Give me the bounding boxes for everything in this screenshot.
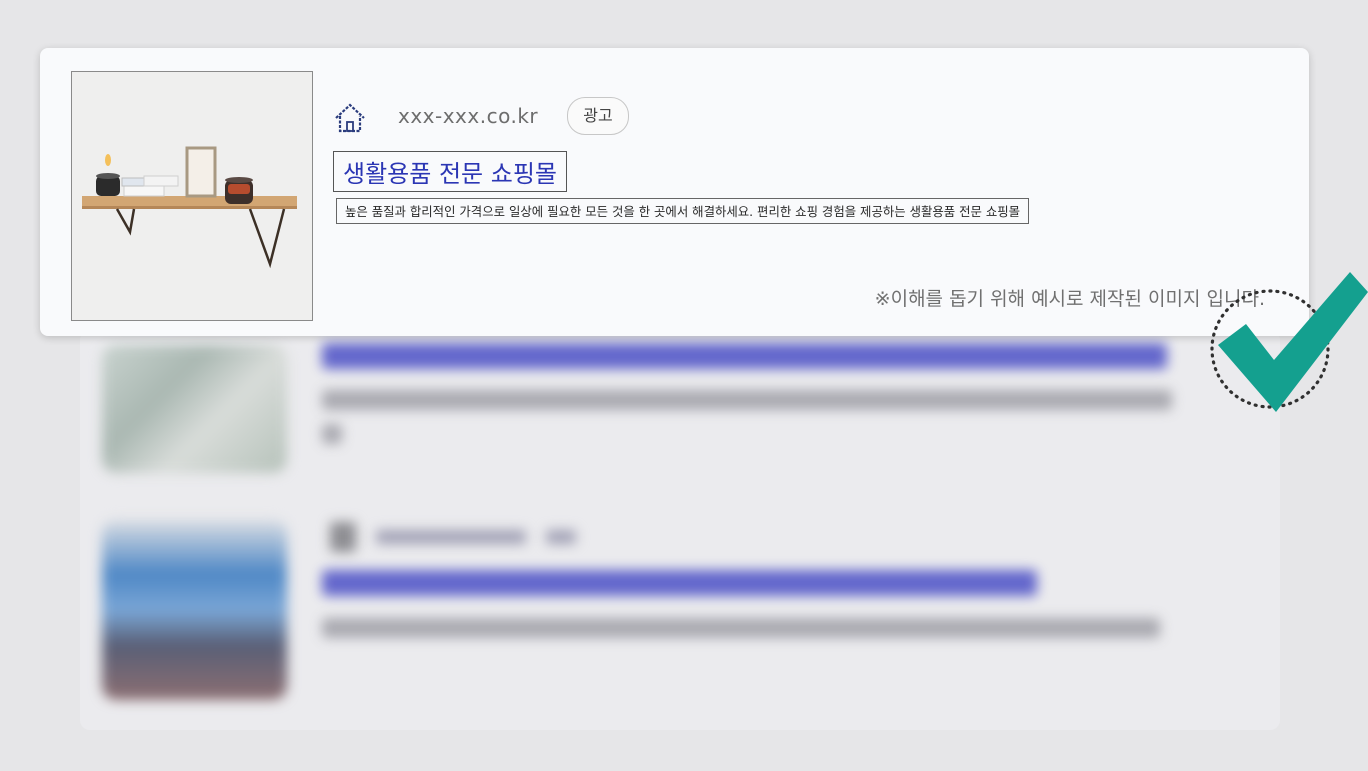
site-icon: [330, 522, 356, 552]
ad-result-card[interactable]: xxx-xxx.co.kr 광고 생활용품 전문 쇼핑몰 높은 품질과 합리적인…: [40, 48, 1309, 336]
result-url: [376, 530, 526, 544]
result-title: [322, 343, 1167, 369]
ad-url[interactable]: xxx-xxx.co.kr: [398, 104, 538, 128]
result-snippet: [322, 618, 1160, 638]
ad-badge: 광고: [567, 97, 629, 135]
shelf-illustration: [72, 72, 312, 320]
result-title: [322, 570, 1037, 596]
result-thumbnail: [102, 345, 287, 473]
ad-description: 높은 품질과 합리적인 가격으로 일상에 필요한 모든 것을 한 곳에서 해결하…: [336, 198, 1030, 224]
result-snippet: [322, 390, 1172, 410]
product-image[interactable]: [71, 71, 313, 321]
house-icon: [335, 103, 365, 133]
ad-title[interactable]: 생활용품 전문 쇼핑몰: [333, 151, 567, 192]
result-badge: [546, 530, 576, 544]
checkmark-icon: [1210, 272, 1368, 412]
result-snippet: [322, 424, 342, 444]
result-thumbnail: [102, 520, 287, 700]
